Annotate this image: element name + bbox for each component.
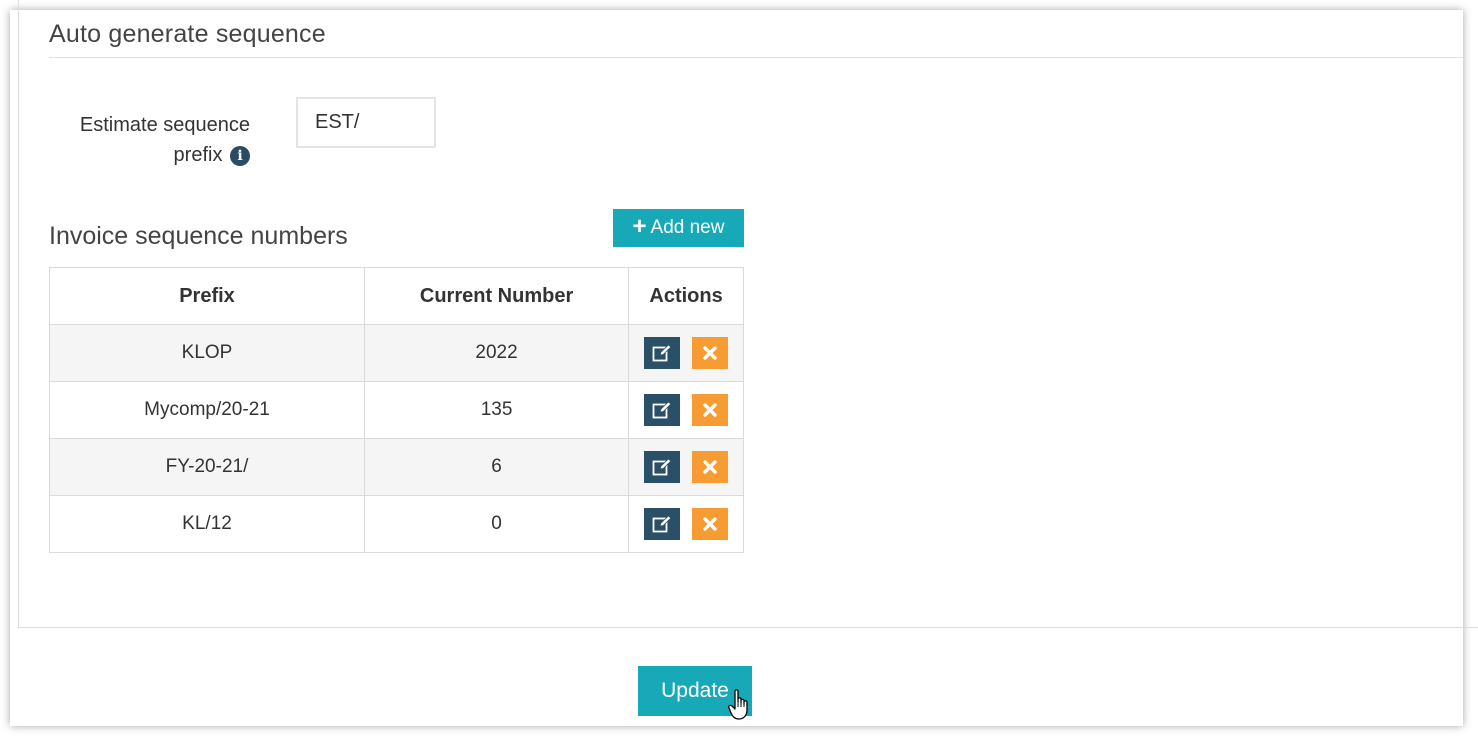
edit-icon <box>652 458 672 476</box>
cell-prefix: KLOP <box>48 324 366 382</box>
row-actions <box>629 337 743 369</box>
estimate-prefix-input[interactable] <box>296 97 436 148</box>
title-divider <box>49 57 1463 58</box>
delete-button[interactable] <box>692 394 729 426</box>
edit-button[interactable] <box>644 508 681 540</box>
cell-actions <box>628 381 744 439</box>
column-header-current-number: Current Number <box>364 267 630 325</box>
cell-prefix: Mycomp/20-21 <box>48 381 366 439</box>
column-header-prefix: Prefix <box>48 267 366 325</box>
row-actions <box>629 508 743 540</box>
cell-current-number: 6 <box>364 438 630 496</box>
cell-current-number: 0 <box>364 495 630 553</box>
add-new-button[interactable]: + Add new <box>613 209 744 247</box>
row-actions <box>629 451 743 483</box>
cell-current-number: 135 <box>364 381 630 439</box>
table-row: FY-20-21/6 <box>48 438 744 496</box>
section-title: Auto generate sequence <box>49 20 326 48</box>
table-row: KLOP 2022 <box>48 324 744 382</box>
cell-prefix: KL/12 <box>48 495 366 553</box>
edit-button[interactable] <box>644 394 681 426</box>
estimate-prefix-label-text: Estimate sequence prefix <box>79 114 250 166</box>
plus-icon: + <box>632 213 647 240</box>
estimate-prefix-label: Estimate sequence prefix i <box>50 110 250 170</box>
edit-button[interactable] <box>644 337 681 369</box>
edit-button[interactable] <box>644 451 681 483</box>
delete-button[interactable] <box>692 508 729 540</box>
close-icon <box>703 460 717 474</box>
close-icon <box>703 403 717 417</box>
close-icon <box>703 517 717 531</box>
table-row: Mycomp/20-21 135 <box>48 381 744 439</box>
delete-button[interactable] <box>692 337 729 369</box>
row-actions <box>629 394 743 426</box>
cell-prefix: FY-20-21/ <box>48 438 366 496</box>
invoice-sequence-table: Prefix Current Number Actions KLOP 2022 My… <box>48 267 744 553</box>
info-circle-icon[interactable]: i <box>230 146 250 166</box>
table-header-row: Prefix Current Number Actions <box>48 267 744 325</box>
add-new-label: Add new <box>650 217 725 238</box>
delete-button[interactable] <box>692 451 729 483</box>
close-icon <box>703 346 717 360</box>
table-row: KL/12 0 <box>48 495 744 553</box>
edit-icon <box>652 515 672 533</box>
cell-current-number: 2022 <box>364 324 630 382</box>
invoice-sequence-title: Invoice sequence numbers <box>49 222 348 250</box>
column-header-actions: Actions <box>628 267 744 325</box>
cell-actions <box>628 438 744 496</box>
edit-icon <box>652 401 672 419</box>
edit-icon <box>652 344 672 362</box>
hand-cursor-icon <box>728 689 748 720</box>
cell-actions <box>628 495 744 553</box>
cell-actions <box>628 324 744 382</box>
